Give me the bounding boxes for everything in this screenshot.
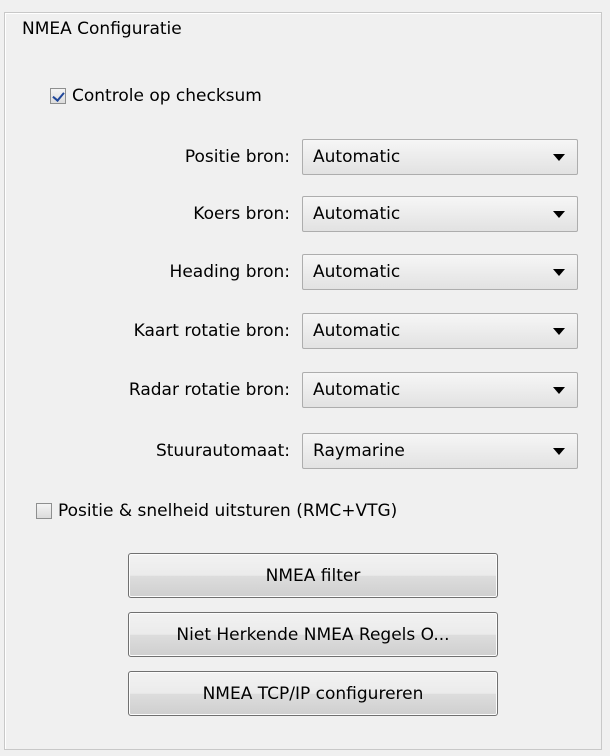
autopilot-value: Raymarine bbox=[313, 441, 405, 461]
position-source-value: Automatic bbox=[313, 147, 401, 167]
position-source-row: Positie bron: Automatic bbox=[0, 139, 600, 175]
radar-rotation-source-select[interactable]: Automatic bbox=[302, 372, 578, 408]
course-source-select[interactable]: Automatic bbox=[302, 196, 578, 232]
chevron-down-icon bbox=[553, 448, 565, 455]
chart-rotation-source-row: Kaart rotatie bron: Automatic bbox=[0, 313, 600, 349]
autopilot-label: Stuurautomaat: bbox=[155, 441, 290, 461]
position-source-label: Positie bron: bbox=[184, 147, 290, 167]
chevron-down-icon bbox=[553, 211, 565, 218]
chart-rotation-source-select[interactable]: Automatic bbox=[302, 313, 578, 349]
heading-source-label: Heading bron: bbox=[169, 262, 290, 282]
unrecognized-nmea-lines-button[interactable]: Niet Herkende NMEA Regels O... bbox=[128, 612, 498, 657]
autopilot-row: Stuurautomaat: Raymarine bbox=[0, 433, 600, 469]
heading-source-select[interactable]: Automatic bbox=[302, 254, 578, 290]
course-source-row: Koers bron: Automatic bbox=[0, 196, 600, 232]
chevron-down-icon bbox=[553, 269, 565, 276]
checksum-label: Controle op checksum bbox=[72, 86, 262, 106]
output-rmc-vtg-label: Positie & snelheid uitsturen (RMC+VTG) bbox=[58, 501, 398, 521]
autopilot-select[interactable]: Raymarine bbox=[302, 433, 578, 469]
radar-rotation-source-row: Radar rotatie bron: Automatic bbox=[0, 372, 600, 408]
chevron-down-icon bbox=[553, 387, 565, 394]
chart-rotation-source-label: Kaart rotatie bron: bbox=[133, 321, 290, 341]
course-source-value: Automatic bbox=[313, 204, 401, 224]
radar-rotation-source-label: Radar rotatie bron: bbox=[128, 380, 290, 400]
course-source-label: Koers bron: bbox=[193, 204, 290, 224]
chevron-down-icon bbox=[553, 328, 565, 335]
checksum-checkbox[interactable] bbox=[50, 88, 66, 104]
output-rmc-vtg-checkbox[interactable] bbox=[36, 503, 52, 519]
radar-rotation-source-value: Automatic bbox=[313, 380, 401, 400]
nmea-tcpip-configure-button[interactable]: NMEA TCP/IP configureren bbox=[128, 671, 498, 716]
heading-source-row: Heading bron: Automatic bbox=[0, 254, 600, 290]
checksum-checkbox-row[interactable]: Controle op checksum bbox=[50, 86, 262, 106]
position-source-select[interactable]: Automatic bbox=[302, 139, 578, 175]
groupbox-title: NMEA Configuratie bbox=[18, 18, 186, 40]
heading-source-value: Automatic bbox=[313, 262, 401, 282]
chevron-down-icon bbox=[553, 154, 565, 161]
output-rmc-vtg-checkbox-row[interactable]: Positie & snelheid uitsturen (RMC+VTG) bbox=[36, 501, 397, 521]
nmea-filter-button[interactable]: NMEA filter bbox=[128, 553, 498, 598]
chart-rotation-source-value: Automatic bbox=[313, 321, 401, 341]
